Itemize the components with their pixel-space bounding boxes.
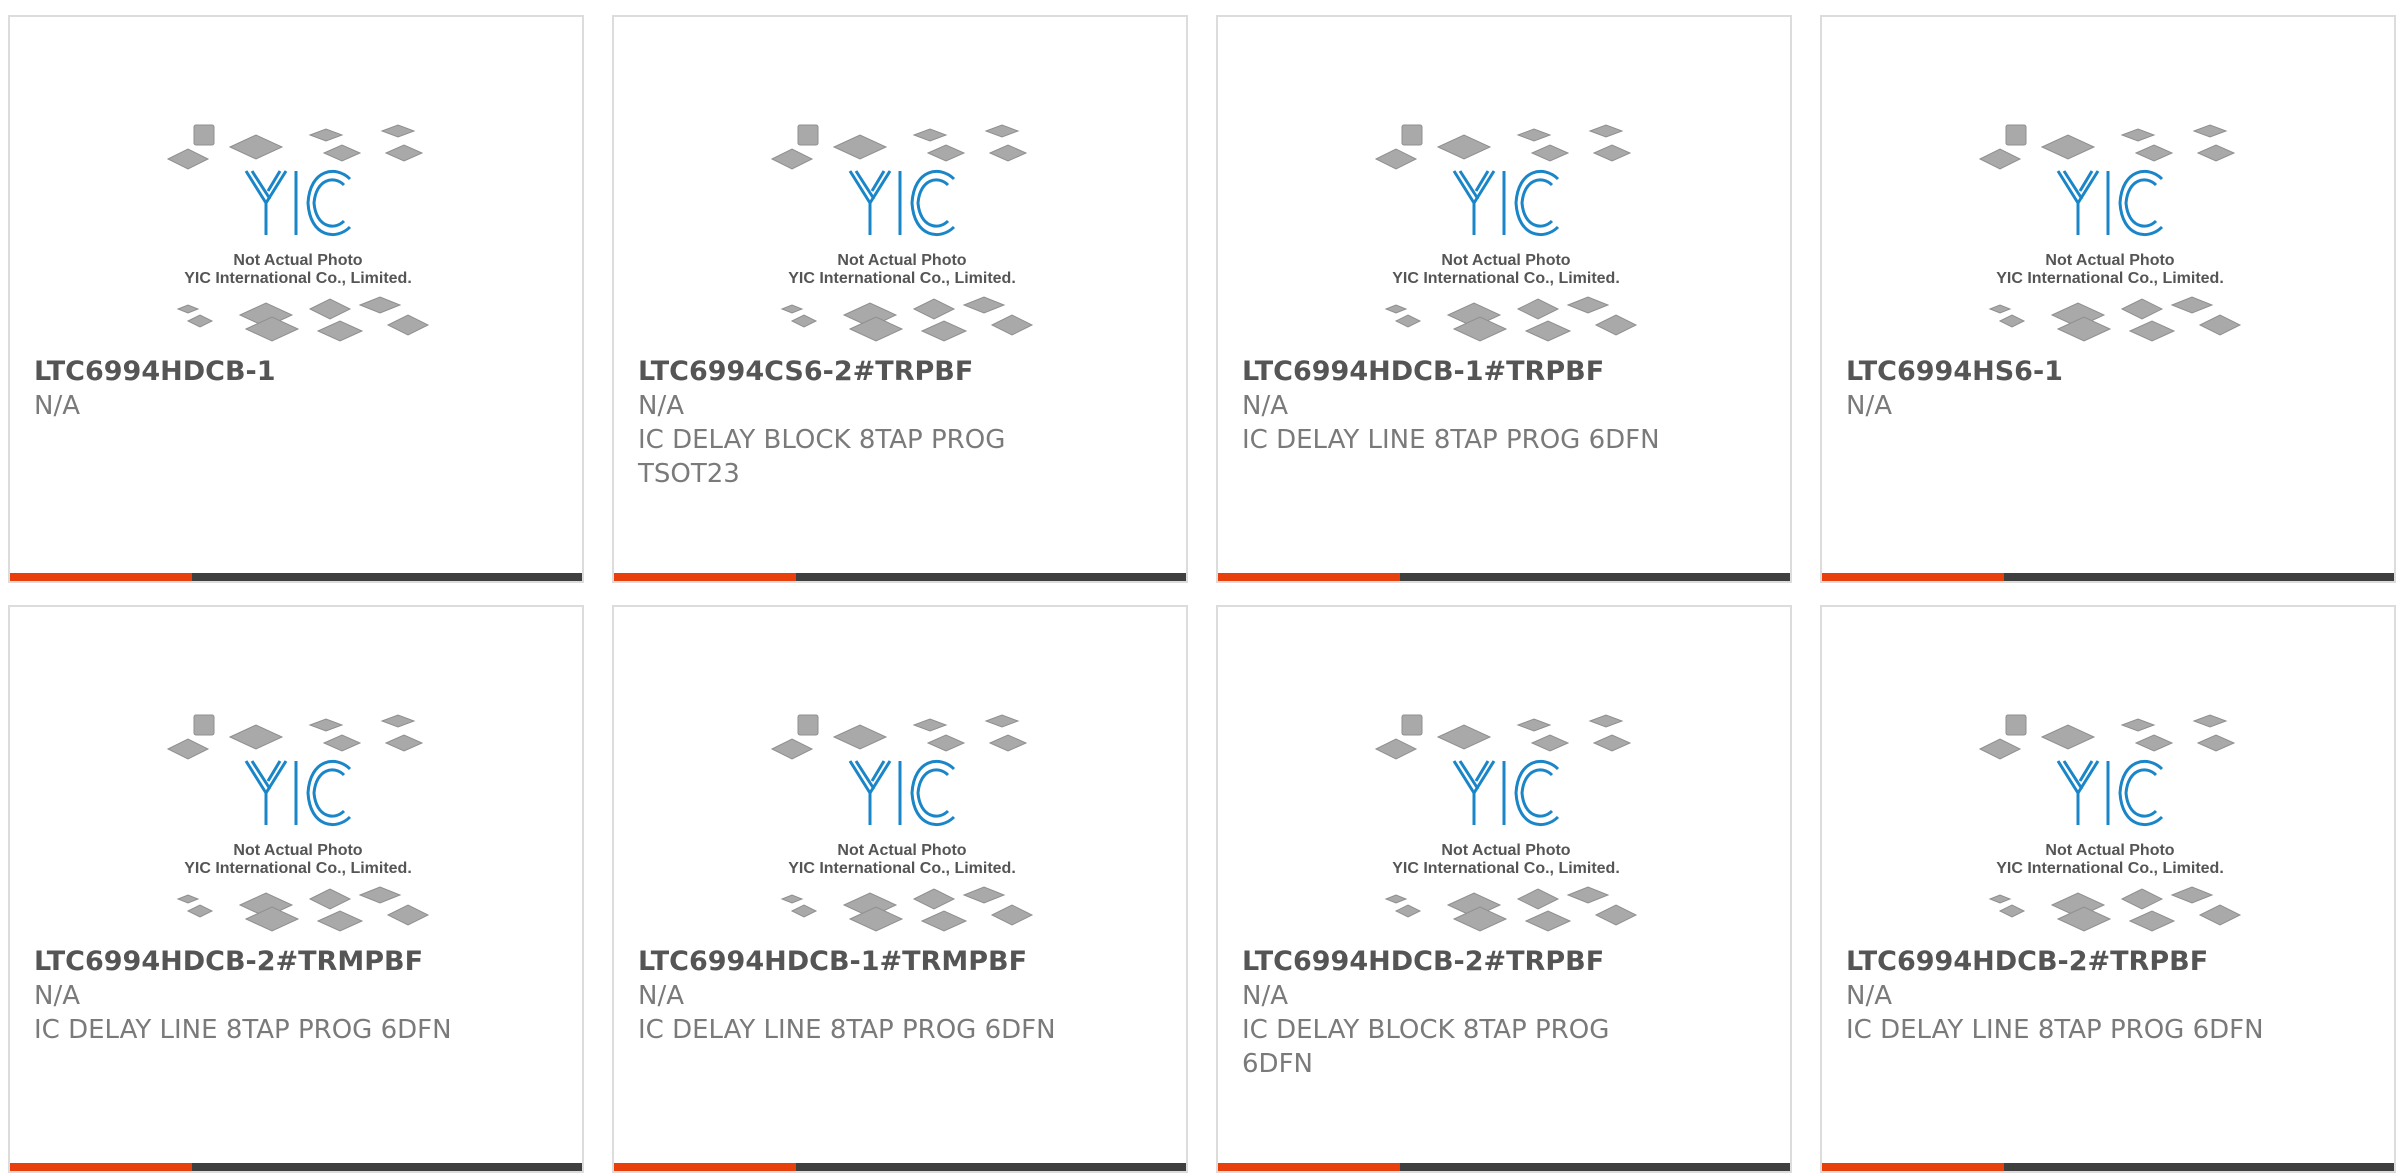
description: IC DELAY LINE 8TAP PROG 6DFN [1846, 1015, 2264, 1045]
caption-line-2: YIC International Co., Limited. [788, 270, 1016, 287]
yic-logo-icon [244, 759, 352, 827]
yic-logo-icon [2056, 169, 2164, 237]
chip-packages-bottom-icon [176, 886, 430, 932]
description: IC DELAY LINE 8TAP PROG 6DFN [638, 1015, 1056, 1045]
accent-bar [614, 1163, 796, 1171]
chip-packages-top-icon [166, 124, 424, 170]
caption-line-1: Not Actual Photo [233, 252, 362, 269]
accent-bar [1218, 1163, 1400, 1171]
accent-bar [614, 573, 796, 581]
caption-line-1: Not Actual Photo [837, 252, 966, 269]
manufacturer: N/A [34, 391, 80, 421]
card-footer-bar [10, 1163, 582, 1171]
product-photo: Not Actual Photo YIC International Co., … [1978, 714, 2242, 932]
product-photo: Not Actual Photo YIC International Co., … [1978, 124, 2242, 342]
manufacturer: N/A [1846, 391, 1892, 421]
product-card[interactable]: Not Actual Photo YIC International Co., … [612, 15, 1188, 583]
product-card[interactable]: Not Actual Photo YIC International Co., … [1820, 605, 2396, 1173]
card-footer-bar [1822, 1163, 2394, 1171]
card-footer-bar [1822, 573, 2394, 581]
manufacturer: N/A [1242, 391, 1288, 421]
part-number[interactable]: LTC6994HDCB-2#TRMPBF [34, 945, 558, 979]
yic-logo-icon [2056, 759, 2164, 827]
part-number[interactable]: LTC6994HDCB-2#TRPBF [1846, 945, 2370, 979]
yic-logo-icon [1452, 759, 1560, 827]
chip-packages-top-icon [166, 714, 424, 760]
manufacturer: N/A [34, 981, 80, 1011]
product-card[interactable]: Not Actual Photo YIC International Co., … [8, 605, 584, 1173]
manufacturer: N/A [1846, 981, 1892, 1011]
product-photo: Not Actual Photo YIC International Co., … [1374, 714, 1638, 932]
caption-line-1: Not Actual Photo [837, 842, 966, 859]
accent-bar [10, 573, 192, 581]
part-number[interactable]: LTC6994HS6-1 [1846, 355, 2370, 389]
card-footer-bar [614, 1163, 1186, 1171]
caption-line-2: YIC International Co., Limited. [184, 860, 412, 877]
product-grid: Not Actual Photo YIC International Co., … [0, 0, 2400, 1173]
description: IC DELAY BLOCK 8TAP PROG TSOT23 [638, 425, 1006, 489]
product-card[interactable]: Not Actual Photo YIC International Co., … [1820, 15, 2396, 583]
product-card[interactable]: Not Actual Photo YIC International Co., … [1216, 605, 1792, 1173]
chip-packages-bottom-icon [780, 296, 1034, 342]
caption-line-2: YIC International Co., Limited. [1996, 860, 2224, 877]
caption-line-1: Not Actual Photo [2045, 842, 2174, 859]
accent-bar [1822, 573, 2004, 581]
caption-line-2: YIC International Co., Limited. [184, 270, 412, 287]
product-card[interactable]: Not Actual Photo YIC International Co., … [1216, 15, 1792, 583]
chip-packages-top-icon [770, 124, 1028, 170]
part-number[interactable]: LTC6994HDCB-1#TRPBF [1242, 355, 1766, 389]
product-photo: Not Actual Photo YIC International Co., … [1374, 124, 1638, 342]
accent-bar [1218, 573, 1400, 581]
part-number[interactable]: LTC6994HDCB-2#TRPBF [1242, 945, 1766, 979]
description: IC DELAY BLOCK 8TAP PROG 6DFN [1242, 1015, 1610, 1079]
caption-line-1: Not Actual Photo [1441, 252, 1570, 269]
product-photo: Not Actual Photo YIC International Co., … [166, 714, 430, 932]
caption-line-2: YIC International Co., Limited. [1392, 860, 1620, 877]
product-card[interactable]: Not Actual Photo YIC International Co., … [8, 15, 584, 583]
accent-bar [1822, 1163, 2004, 1171]
yic-logo-icon [1452, 169, 1560, 237]
description: IC DELAY LINE 8TAP PROG 6DFN [34, 1015, 452, 1045]
product-photo: Not Actual Photo YIC International Co., … [166, 124, 430, 342]
manufacturer: N/A [638, 391, 684, 421]
yic-logo-icon [244, 169, 352, 237]
chip-packages-bottom-icon [1988, 886, 2242, 932]
chip-packages-top-icon [1374, 124, 1632, 170]
chip-packages-top-icon [1978, 124, 2236, 170]
manufacturer: N/A [638, 981, 684, 1011]
yic-logo-icon [848, 759, 956, 827]
accent-bar [10, 1163, 192, 1171]
chip-packages-bottom-icon [780, 886, 1034, 932]
card-footer-bar [1218, 1163, 1790, 1171]
part-number[interactable]: LTC6994HDCB-1 [34, 355, 558, 389]
part-number[interactable]: LTC6994HDCB-1#TRMPBF [638, 945, 1162, 979]
card-footer-bar [1218, 573, 1790, 581]
chip-packages-bottom-icon [1384, 886, 1638, 932]
manufacturer: N/A [1242, 981, 1288, 1011]
card-footer-bar [10, 573, 582, 581]
chip-packages-top-icon [1374, 714, 1632, 760]
caption-line-2: YIC International Co., Limited. [1996, 270, 2224, 287]
caption-line-2: YIC International Co., Limited. [788, 860, 1016, 877]
description: IC DELAY LINE 8TAP PROG 6DFN [1242, 425, 1660, 455]
product-photo: Not Actual Photo YIC International Co., … [770, 124, 1034, 342]
chip-packages-bottom-icon [176, 296, 430, 342]
caption-line-2: YIC International Co., Limited. [1392, 270, 1620, 287]
chip-packages-bottom-icon [1988, 296, 2242, 342]
chip-packages-top-icon [770, 714, 1028, 760]
part-number[interactable]: LTC6994CS6-2#TRPBF [638, 355, 1162, 389]
yic-logo-icon [848, 169, 956, 237]
chip-packages-top-icon [1978, 714, 2236, 760]
caption-line-1: Not Actual Photo [1441, 842, 1570, 859]
chip-packages-bottom-icon [1384, 296, 1638, 342]
product-photo: Not Actual Photo YIC International Co., … [770, 714, 1034, 932]
card-footer-bar [614, 573, 1186, 581]
caption-line-1: Not Actual Photo [2045, 252, 2174, 269]
caption-line-1: Not Actual Photo [233, 842, 362, 859]
product-card[interactable]: Not Actual Photo YIC International Co., … [612, 605, 1188, 1173]
